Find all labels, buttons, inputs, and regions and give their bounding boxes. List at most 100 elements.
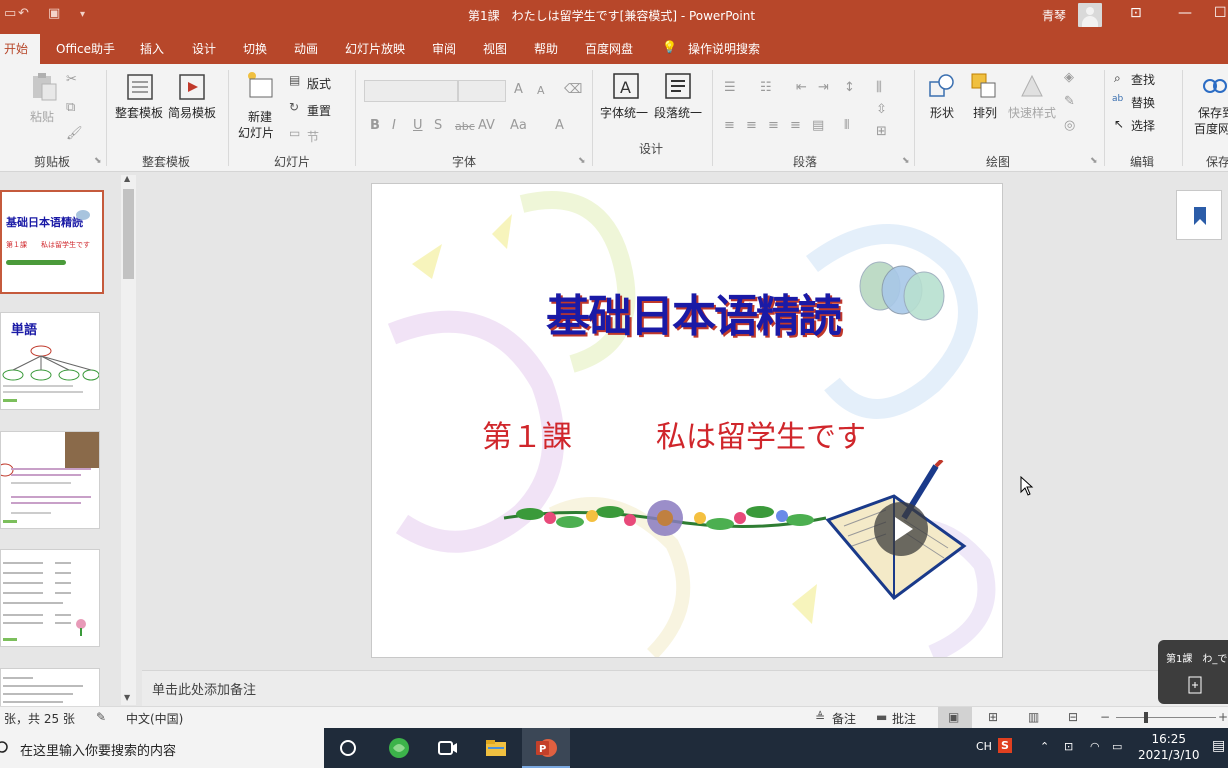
slide-sorter-icon[interactable]: ⊞ bbox=[988, 710, 998, 724]
simple-template-icon[interactable] bbox=[178, 72, 206, 102]
sogou-ime-icon[interactable]: S bbox=[998, 738, 1012, 753]
font-color-button[interactable]: A bbox=[555, 118, 564, 133]
replace-button[interactable]: 替换 bbox=[1131, 94, 1155, 111]
char-spacing-button[interactable]: AV bbox=[478, 118, 495, 133]
shape-fill-icon[interactable]: ◈ bbox=[1064, 70, 1074, 85]
present-from-start-icon[interactable]: ▣ bbox=[48, 6, 60, 21]
customize-qat-icon[interactable]: ▾ bbox=[80, 9, 85, 20]
device-icon[interactable]: ⊡ bbox=[1064, 740, 1073, 753]
find-button[interactable]: 查找 bbox=[1131, 71, 1155, 88]
task-view-icon[interactable] bbox=[336, 736, 360, 760]
simple-template-button[interactable]: 简易模板 bbox=[168, 104, 216, 121]
slideshow-view-icon[interactable]: ⊟ bbox=[1068, 710, 1078, 724]
scrollbar-thumb[interactable] bbox=[123, 189, 134, 279]
font-size-combo[interactable] bbox=[458, 80, 506, 102]
taskbar-search-box[interactable]: 在这里输入你要搜索的内容 bbox=[0, 728, 324, 768]
bookmark-button[interactable] bbox=[1176, 190, 1222, 240]
slide-title[interactable]: 基础日本语精読 bbox=[546, 280, 842, 344]
user-name[interactable]: 青琴 bbox=[1042, 7, 1066, 24]
ribbon-display-icon[interactable]: ⊡ bbox=[1130, 5, 1142, 21]
paragraph-unify-button[interactable]: 段落统一 bbox=[654, 104, 702, 121]
layout-button[interactable]: 版式 bbox=[307, 75, 331, 92]
line-spacing-icon[interactable]: ↕ bbox=[844, 80, 855, 95]
shape-effects-icon[interactable]: ◎ bbox=[1064, 118, 1075, 133]
slide-lesson-number[interactable]: 第１課 bbox=[482, 412, 572, 456]
quick-styles-icon[interactable] bbox=[1018, 72, 1046, 102]
increase-indent-icon[interactable]: ⇥ bbox=[818, 80, 829, 95]
full-template-button[interactable]: 整套模板 bbox=[115, 104, 163, 121]
grow-font-icon[interactable]: A bbox=[514, 82, 523, 97]
undo-icon[interactable]: ↶ bbox=[18, 6, 29, 21]
show-hidden-icons-icon[interactable]: ⌃ bbox=[1040, 740, 1049, 753]
maximize-button[interactable]: ☐ bbox=[1214, 5, 1227, 21]
columns-icon[interactable]: ⫴ bbox=[844, 118, 849, 133]
battery-icon[interactable]: ▭ bbox=[1112, 740, 1122, 753]
wifi-icon[interactable]: ◠ bbox=[1090, 740, 1100, 753]
zoom-slider-thumb[interactable] bbox=[1144, 712, 1148, 723]
decrease-indent-icon[interactable]: ⇤ bbox=[796, 80, 807, 95]
clear-format-icon[interactable]: ⌫ bbox=[564, 82, 582, 97]
comments-icon[interactable]: ▬ bbox=[876, 710, 887, 724]
notes-icon[interactable]: ≜ bbox=[815, 710, 825, 724]
floating-window-popup[interactable]: 第1課 わ_で bbox=[1158, 640, 1228, 704]
save-to-baidu-button[interactable]: 保存到 bbox=[1198, 104, 1228, 121]
copy-icon[interactable]: ⧉ bbox=[66, 100, 75, 115]
replace-icon[interactable]: ab bbox=[1112, 94, 1123, 104]
slide-thumbnail-1[interactable]: 基础日本语精読 第１課 私は留学生です bbox=[0, 190, 104, 294]
find-icon[interactable]: ⌕ bbox=[1114, 71, 1121, 86]
slide-thumbnail-4[interactable] bbox=[0, 549, 100, 647]
new-slide-label[interactable]: 新建 bbox=[248, 108, 272, 125]
strikethrough-button[interactable]: abc bbox=[455, 120, 475, 133]
shapes-button[interactable]: 形状 bbox=[930, 104, 954, 121]
baidu-cloud-icon[interactable] bbox=[1200, 72, 1228, 102]
reset-button[interactable]: 重置 bbox=[307, 102, 331, 119]
thumbnail-scrollbar[interactable]: ▲ ▼ bbox=[121, 174, 136, 705]
slide-thumbnail-5[interactable] bbox=[0, 668, 100, 708]
italic-button[interactable]: I bbox=[392, 118, 396, 133]
user-avatar[interactable] bbox=[1078, 3, 1102, 27]
spell-check-icon[interactable]: ✎ bbox=[96, 710, 106, 724]
tab-review[interactable]: 审阅 bbox=[432, 40, 456, 57]
tab-view[interactable]: 视图 bbox=[483, 40, 507, 57]
arrange-icon[interactable] bbox=[970, 72, 998, 102]
reading-view-icon[interactable]: ▥ bbox=[1028, 710, 1039, 724]
section-button[interactable]: 节 bbox=[307, 128, 319, 145]
align-left-icon[interactable]: ≡ bbox=[724, 118, 735, 133]
select-button[interactable]: 选择 bbox=[1131, 117, 1155, 134]
notes-toggle-button[interactable]: 备注 bbox=[832, 710, 856, 727]
reset-icon[interactable]: ↻ bbox=[289, 100, 299, 114]
file-explorer-icon[interactable] bbox=[484, 736, 508, 760]
full-template-icon[interactable] bbox=[126, 72, 154, 102]
zoom-out-icon[interactable]: − bbox=[1100, 710, 1110, 724]
paste-icon[interactable] bbox=[30, 72, 58, 102]
tab-help[interactable]: 帮助 bbox=[534, 40, 558, 57]
bold-button[interactable]: B bbox=[370, 118, 380, 133]
cut-icon[interactable]: ✂ bbox=[66, 72, 77, 87]
slide-subtitle[interactable]: 私は留学生です bbox=[656, 412, 866, 456]
tab-home[interactable]: 开始 bbox=[0, 34, 40, 64]
shape-outline-icon[interactable]: ✎ bbox=[1064, 94, 1075, 109]
shapes-icon[interactable] bbox=[928, 72, 956, 102]
zoom-in-icon[interactable]: + bbox=[1218, 710, 1228, 724]
font-name-combo[interactable] bbox=[364, 80, 458, 102]
change-case-button[interactable]: Aa bbox=[510, 118, 527, 133]
scroll-up-icon[interactable]: ▲ bbox=[124, 174, 130, 183]
minimize-button[interactable]: — bbox=[1178, 5, 1192, 21]
dialog-launcher-icon[interactable]: ⬊ bbox=[94, 156, 102, 166]
tab-baidu-netdisk[interactable]: 百度网盘 bbox=[585, 40, 633, 57]
notes-pane[interactable]: 单击此处添加备注 bbox=[142, 670, 1228, 706]
distributed-icon[interactable]: ▤ bbox=[812, 118, 824, 133]
tab-insert[interactable]: 插入 bbox=[140, 40, 164, 57]
align-text-icon[interactable]: ⇳ bbox=[876, 102, 887, 117]
tab-transitions[interactable]: 切换 bbox=[243, 40, 267, 57]
browser-icon[interactable] bbox=[387, 736, 411, 760]
zoom-slider-track[interactable] bbox=[1116, 717, 1216, 718]
ime-indicator[interactable]: CH bbox=[976, 740, 992, 753]
bullets-icon[interactable]: ☰ bbox=[724, 80, 736, 95]
new-slide-icon[interactable] bbox=[246, 70, 274, 100]
underline-button[interactable]: U bbox=[413, 118, 423, 133]
format-painter-icon[interactable]: 🖌 bbox=[66, 126, 83, 141]
tab-design[interactable]: 设计 bbox=[192, 40, 216, 57]
align-right-icon[interactable]: ≡ bbox=[768, 118, 779, 133]
tab-office-assistant[interactable]: Office助手 bbox=[56, 40, 115, 57]
